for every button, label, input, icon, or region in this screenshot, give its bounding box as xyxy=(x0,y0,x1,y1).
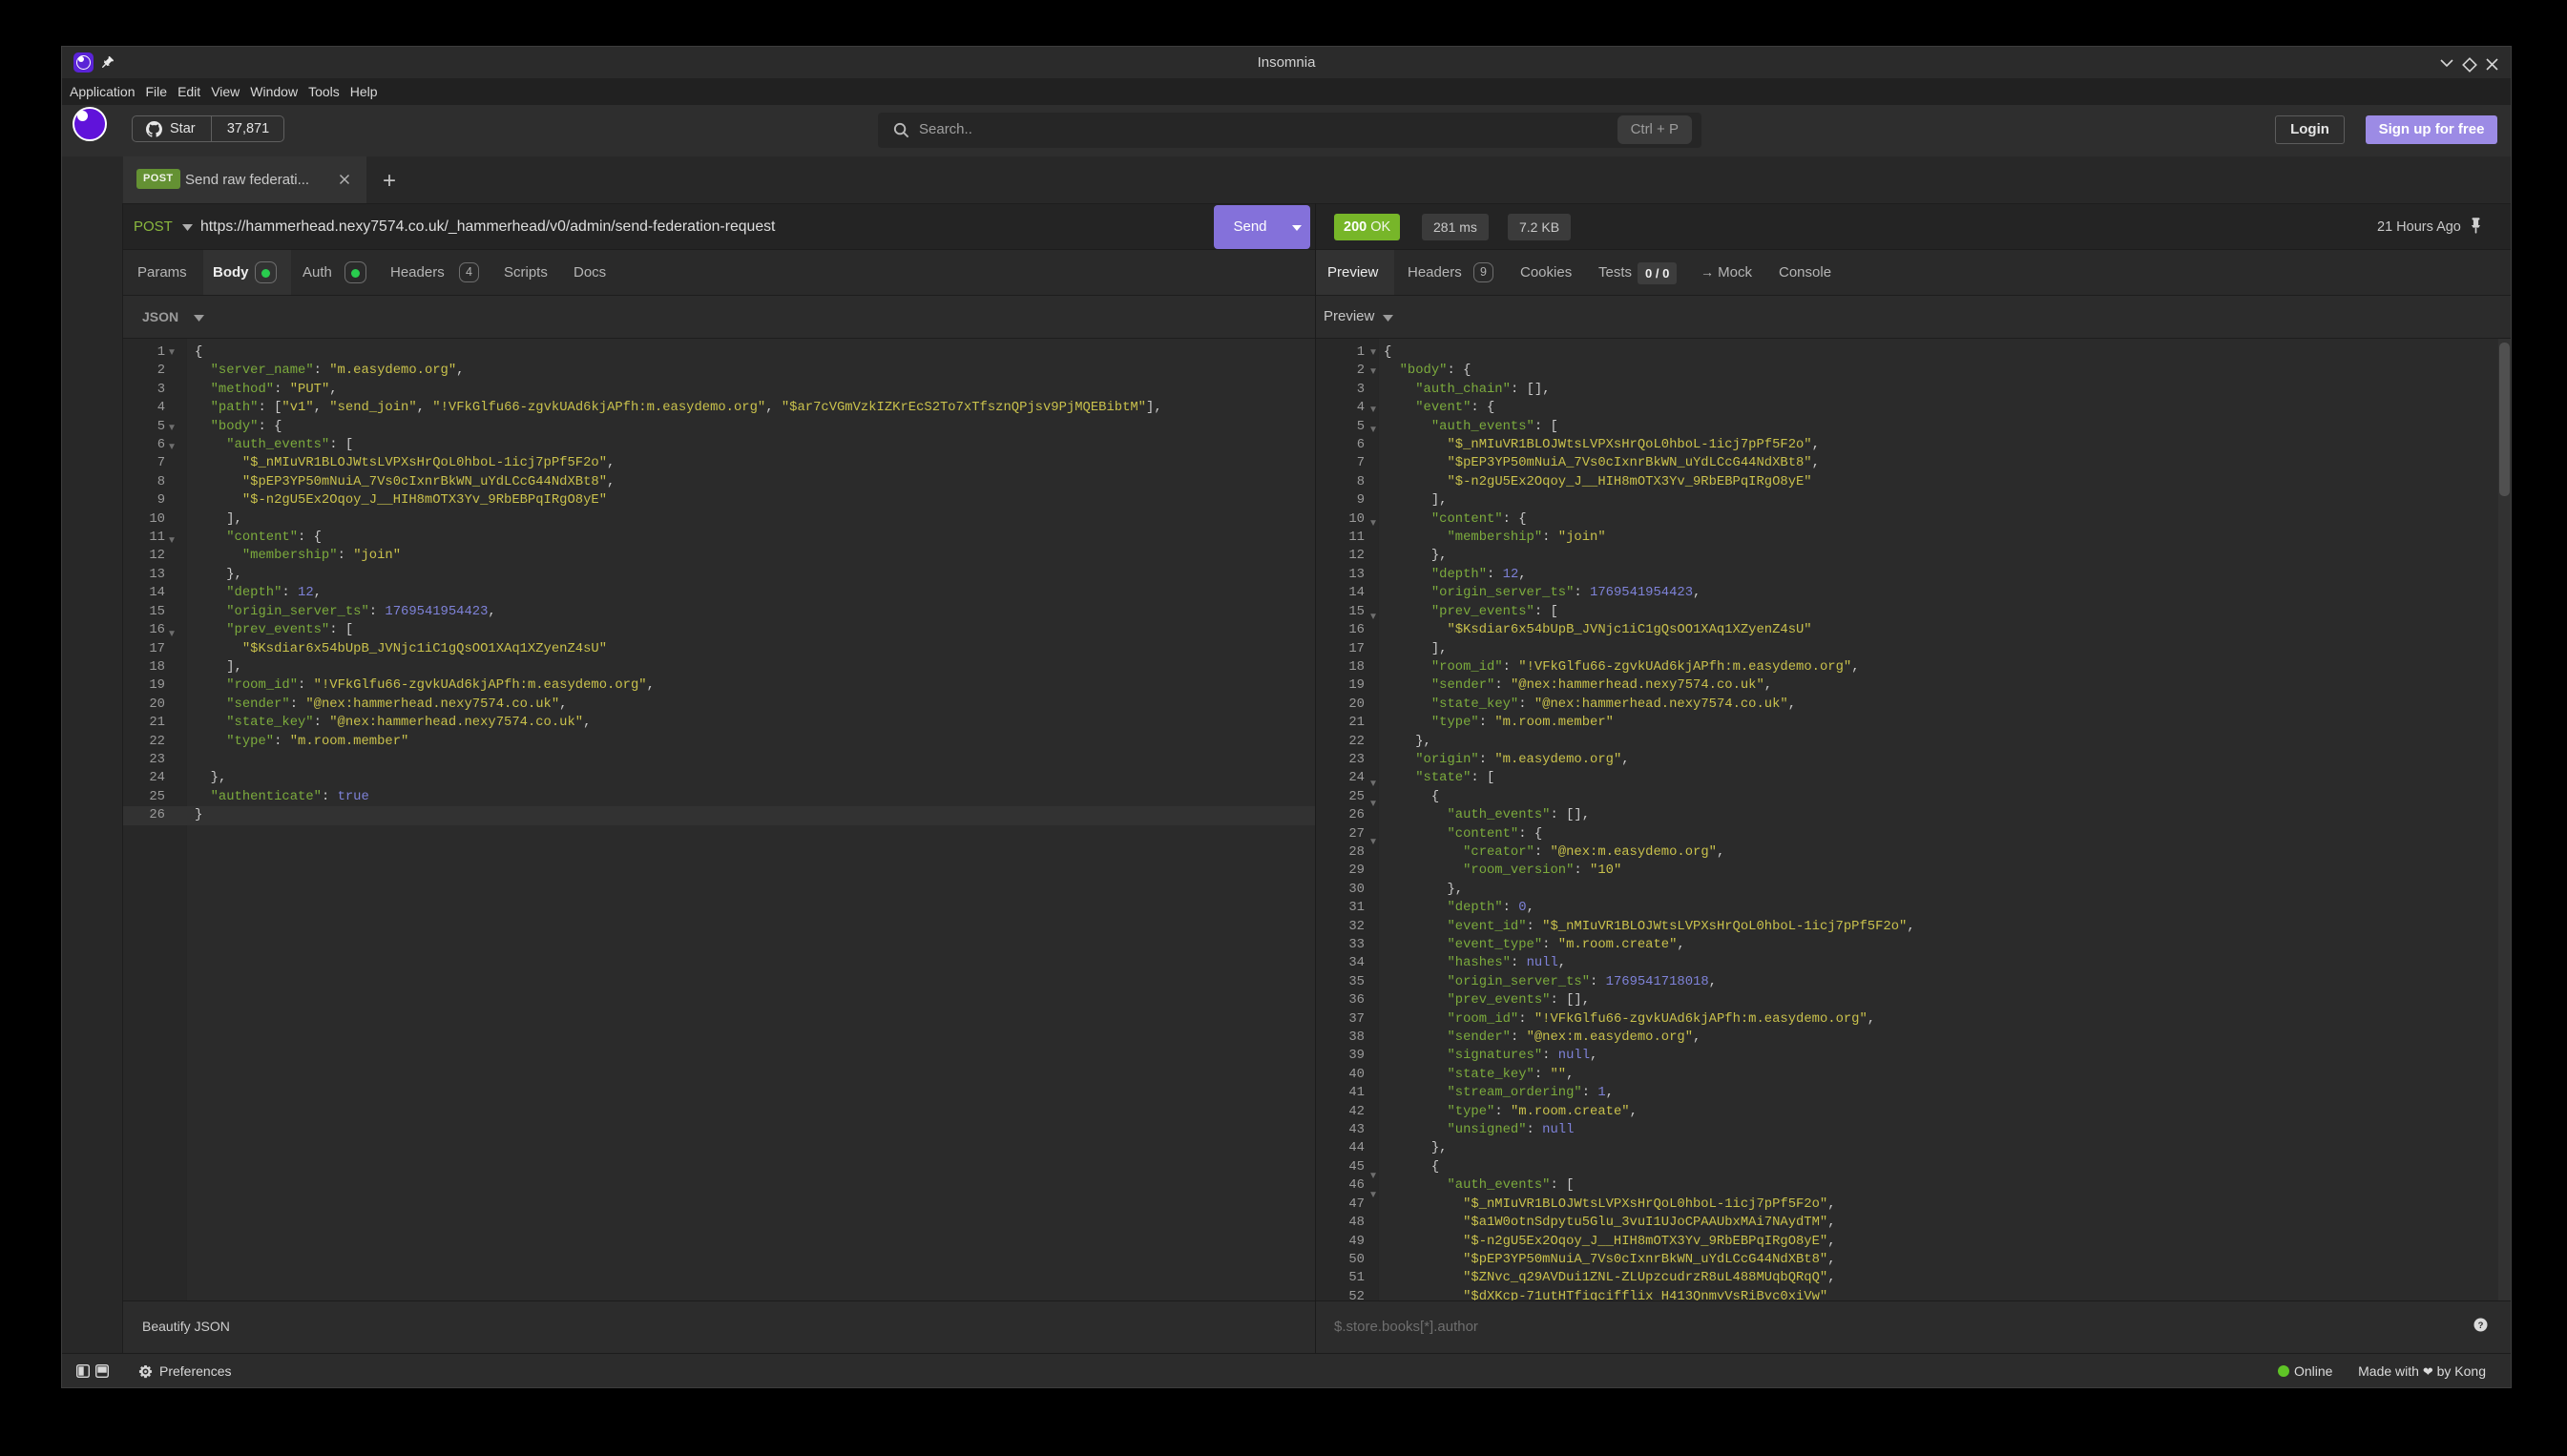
svg-text:?: ? xyxy=(2478,1321,2484,1331)
